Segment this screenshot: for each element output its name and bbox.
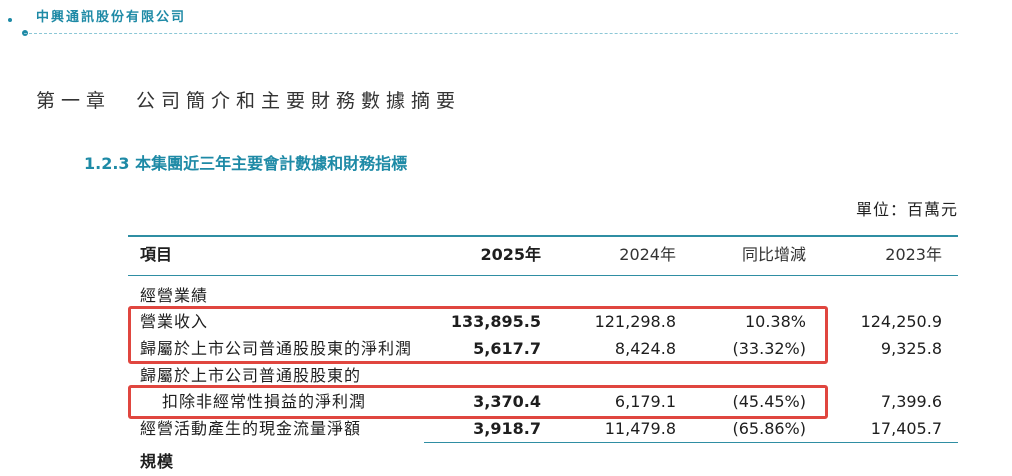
value-2023: 17,405.7 [870,419,942,438]
value-2023: 124,250.9 [860,312,942,331]
header-2025: 2025年 [480,245,541,264]
header-item: 項目 [140,245,173,264]
highlight-box [128,306,828,364]
section-title: 1.2.3 本集團近三年主要會計數據和財務指標 [84,154,408,173]
group-heading-row: 規模 [0,449,1012,475]
company-name: 中興通訊股份有限公司 [36,10,187,25]
value-yoy: (65.86%) [732,419,807,438]
header-2023: 2023年 [885,245,942,264]
header-divider [24,33,958,34]
table-row-rule [424,442,958,443]
header-dot-decoration [8,18,12,22]
header-yoy: 同比增減 [741,245,806,264]
table-header-rule [128,275,958,276]
value-2023: 7,399.6 [880,392,942,411]
value-2023: 9,325.8 [880,339,942,358]
table-header-row: 項目 2025年 2024年 同比增減 2023年 [0,242,1012,268]
unit-label: 單位：百萬元 [855,200,958,219]
highlight-box [128,385,828,419]
value-2024: 11,479.8 [604,419,676,438]
row-label: 經營活動產生的現金流量淨額 [140,419,362,438]
header-2024: 2024年 [619,245,676,264]
table-top-rule [128,235,958,237]
group-heading: 規模 [140,452,175,471]
value-2025: 3,918.7 [473,419,541,438]
chapter-title: 第一章 公司簡介和主要財務數據摘要 [36,90,462,112]
table-row: 經營活動產生的現金流量淨額 3,918.7 11,479.8 (65.86%) … [0,416,1012,442]
